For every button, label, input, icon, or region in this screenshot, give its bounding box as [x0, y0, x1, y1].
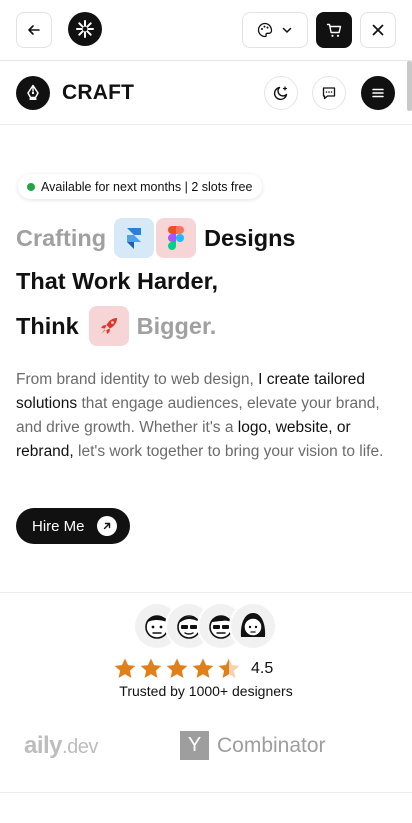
figma-logo-tile	[156, 218, 197, 258]
asterisk-icon	[76, 20, 94, 38]
moon-icon	[273, 86, 288, 101]
section-divider	[0, 792, 412, 793]
hero-word-crafting: Crafting	[16, 224, 107, 251]
arrow-left-icon	[28, 25, 40, 35]
chat-button[interactable]	[312, 76, 346, 110]
brand-logo[interactable]	[16, 76, 50, 110]
hire-me-button[interactable]: Hire Me	[16, 508, 130, 544]
star-icon	[166, 658, 188, 678]
rating-value: 4.5	[251, 660, 274, 677]
hero-word-think: Think	[16, 312, 79, 339]
theme-toggle-button[interactable]	[264, 76, 298, 110]
hero-title-line-1: Crafting Designs	[16, 218, 296, 258]
section-divider	[0, 592, 412, 593]
daily-dev-logo: aily.dev	[24, 732, 98, 759]
app-logo[interactable]	[68, 12, 102, 46]
close-button[interactable]	[360, 12, 396, 48]
rating-row: 4.5	[113, 657, 273, 681]
availability-text: Available for next months | 2 slots free	[41, 179, 253, 194]
top-toolbar	[0, 0, 412, 61]
hero-title-line-2: That Work Harder,	[16, 268, 218, 294]
yc-letter-box: Y	[180, 731, 209, 760]
site-header: CRAFT	[0, 61, 412, 125]
chevron-down-icon	[282, 27, 292, 33]
hero-word-bigger: Bigger.	[136, 312, 217, 339]
half-star-icon	[218, 658, 240, 678]
star-icon	[114, 658, 136, 678]
chat-icon	[322, 87, 336, 100]
close-icon	[372, 24, 384, 36]
arrow-up-right-icon	[96, 516, 117, 536]
avatar	[229, 602, 277, 650]
menu-button[interactable]	[361, 76, 395, 110]
hire-me-label: Hire Me	[32, 517, 85, 535]
figma-icon	[168, 226, 185, 250]
hero-word-designs: Designs	[204, 224, 296, 251]
hero-description: From brand identity to web design, I cre…	[16, 371, 384, 460]
y-combinator-logo: Y Combinator	[180, 731, 326, 760]
scrollbar[interactable]	[407, 61, 412, 111]
framer-icon	[127, 228, 142, 249]
availability-badge: Available for next months | 2 slots free	[18, 174, 263, 199]
avatar-stack	[133, 602, 283, 652]
status-dot	[27, 182, 35, 191]
theme-palette-dropdown[interactable]	[242, 12, 308, 48]
cart-icon	[326, 23, 341, 37]
cart-button[interactable]	[316, 12, 352, 48]
pen-nib-icon	[27, 84, 39, 100]
hero-title-line-3: Think Bigger.	[16, 306, 216, 346]
rocket-icon	[100, 318, 117, 334]
rocket-tile	[88, 306, 129, 346]
brand-name[interactable]: CRAFT	[62, 81, 134, 105]
star-icon	[192, 658, 214, 678]
trusted-text: Trusted by 1000+ designers	[119, 683, 293, 699]
menu-icon	[372, 88, 384, 98]
back-button[interactable]	[16, 12, 52, 48]
yc-wordmark: Combinator	[217, 733, 326, 757]
star-icon	[140, 658, 162, 678]
palette-icon	[257, 22, 273, 38]
framer-logo-tile	[114, 218, 155, 258]
